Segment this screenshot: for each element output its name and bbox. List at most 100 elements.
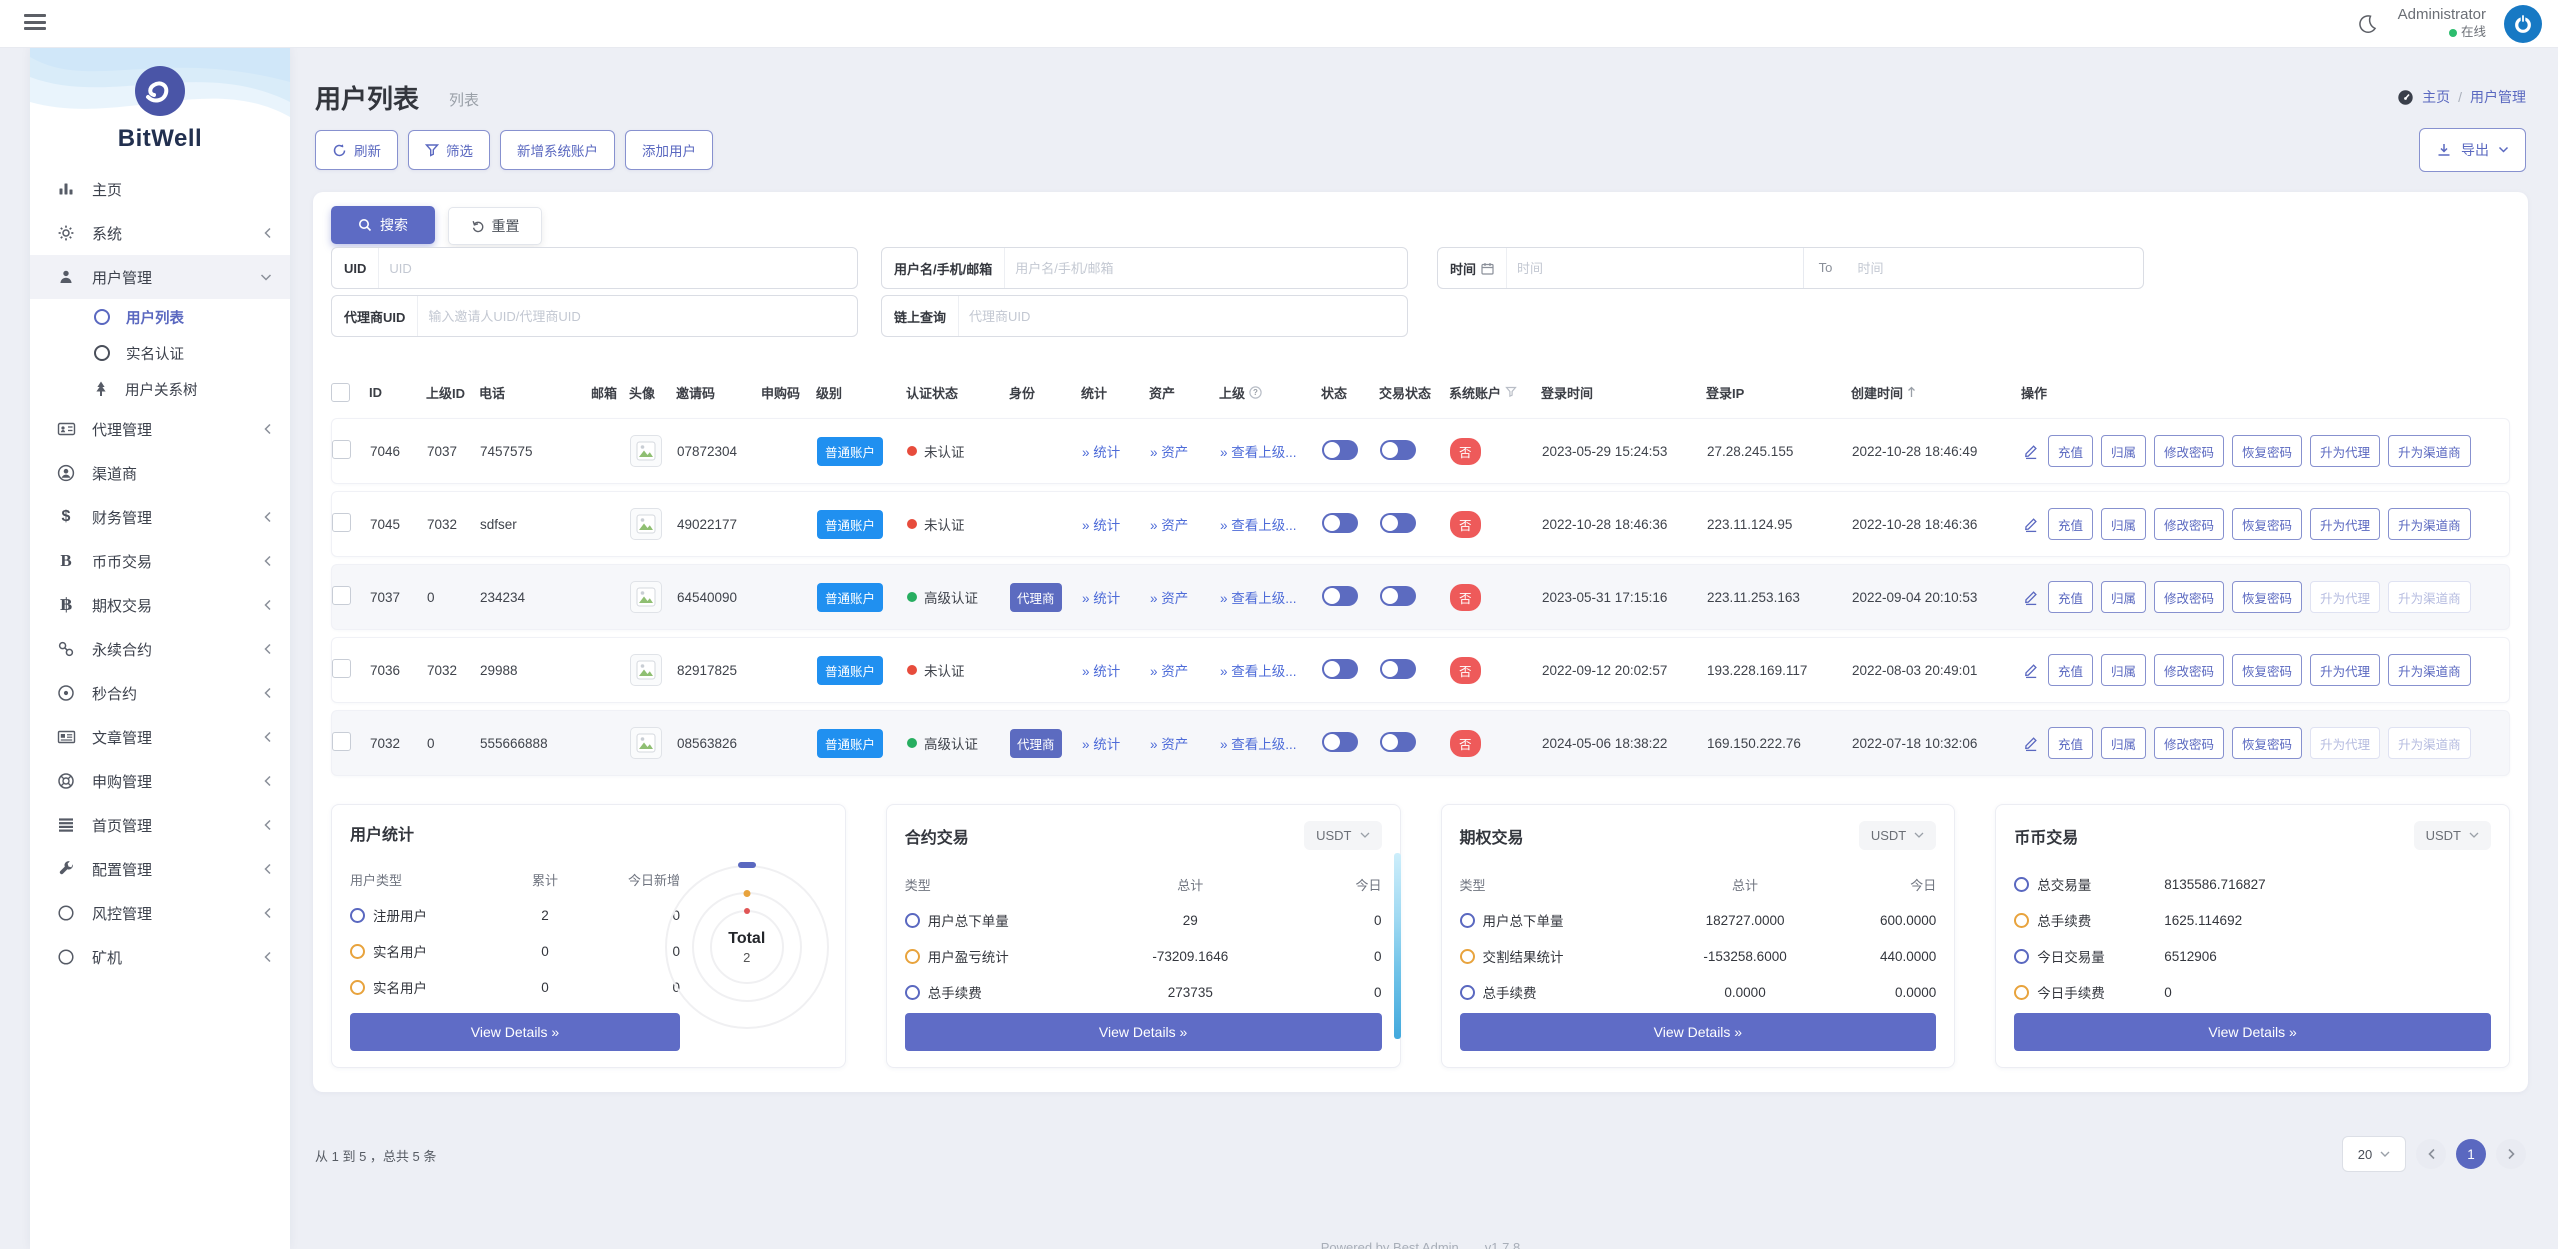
select-all-checkbox[interactable]	[331, 383, 350, 402]
action-button-2[interactable]: 修改密码	[2154, 581, 2224, 613]
stats-link[interactable]: » 统计	[1082, 660, 1150, 680]
view-details-button[interactable]: View Details »	[905, 1013, 1382, 1051]
trade-status-toggle[interactable]	[1380, 659, 1416, 679]
action-button-4[interactable]: 升为代理	[2310, 508, 2380, 540]
action-button-2[interactable]: 修改密码	[2154, 654, 2224, 686]
action-button-3[interactable]: 恢复密码	[2232, 727, 2302, 759]
sidebar-item-7[interactable]: ฿期权交易	[30, 583, 290, 627]
breadcrumb-home[interactable]: 主页	[2422, 87, 2450, 107]
action-button-1[interactable]: 归属	[2101, 581, 2146, 613]
status-toggle[interactable]	[1322, 513, 1358, 533]
edit-icon[interactable]	[2022, 661, 2040, 679]
action-button-1[interactable]: 归属	[2101, 654, 2146, 686]
assets-link[interactable]: » 资产	[1150, 660, 1220, 680]
action-button-4[interactable]: 升为代理	[2310, 654, 2380, 686]
stats-link[interactable]: » 统计	[1082, 587, 1150, 607]
refresh-button[interactable]: 刷新	[315, 130, 398, 170]
export-button[interactable]: 导出	[2419, 128, 2526, 172]
action-button-4[interactable]: 升为代理	[2310, 435, 2380, 467]
action-button-0[interactable]: 充值	[2048, 581, 2093, 613]
row-checkbox[interactable]	[332, 440, 351, 459]
stats-link[interactable]: » 统计	[1082, 733, 1150, 753]
action-button-5[interactable]: 升为渠道商	[2388, 508, 2471, 540]
sidebar-item-14[interactable]: 风控管理	[30, 891, 290, 935]
add-user-button[interactable]: 添加用户	[625, 130, 713, 170]
sidebar-item-15[interactable]: 矿机	[30, 935, 290, 979]
action-button-1[interactable]: 归属	[2101, 435, 2146, 467]
currency-select[interactable]: USDT	[1304, 821, 1381, 850]
edit-icon[interactable]	[2022, 515, 2040, 533]
action-button-2[interactable]: 修改密码	[2154, 508, 2224, 540]
reset-button[interactable]: 重置	[448, 207, 542, 245]
sidebar-item-3[interactable]: 代理管理	[30, 407, 290, 451]
action-button-3[interactable]: 恢复密码	[2232, 581, 2302, 613]
currency-select[interactable]: USDT	[1859, 821, 1936, 850]
view-parent-link[interactable]: » 查看上级...	[1220, 441, 1322, 461]
status-toggle[interactable]	[1322, 659, 1358, 679]
stats-link[interactable]: » 统计	[1082, 514, 1150, 534]
sidebar-subitem-2[interactable]: 用户关系树	[30, 371, 290, 407]
sidebar-item-6[interactable]: B币币交易	[30, 539, 290, 583]
action-button-2[interactable]: 修改密码	[2154, 727, 2224, 759]
status-toggle[interactable]	[1322, 732, 1358, 752]
trade-status-toggle[interactable]	[1380, 440, 1416, 460]
action-button-3[interactable]: 恢复密码	[2232, 508, 2302, 540]
action-button-1[interactable]: 归属	[2101, 508, 2146, 540]
row-checkbox[interactable]	[332, 732, 351, 751]
assets-link[interactable]: » 资产	[1150, 441, 1220, 461]
trade-status-toggle[interactable]	[1380, 586, 1416, 606]
view-parent-link[interactable]: » 查看上级...	[1220, 587, 1322, 607]
action-button-0[interactable]: 充值	[2048, 727, 2093, 759]
page-size-select[interactable]: 20	[2342, 1136, 2406, 1172]
stats-link[interactable]: » 统计	[1082, 441, 1150, 461]
hamburger-menu-icon[interactable]	[24, 14, 46, 32]
filter-button[interactable]: 筛选	[408, 130, 490, 170]
action-button-0[interactable]: 充值	[2048, 435, 2093, 467]
time-to-input[interactable]	[1848, 261, 2144, 276]
sidebar-subitem-1[interactable]: 实名认证	[30, 335, 290, 371]
action-button-0[interactable]: 充值	[2048, 508, 2093, 540]
sidebar-subitem-0[interactable]: 用户列表	[30, 299, 290, 335]
search-button[interactable]: 搜索	[331, 206, 435, 244]
trade-status-toggle[interactable]	[1380, 513, 1416, 533]
sidebar-item-10[interactable]: 文章管理	[30, 715, 290, 759]
status-toggle[interactable]	[1322, 586, 1358, 606]
view-details-button[interactable]: View Details »	[2014, 1013, 2491, 1051]
sidebar-item-5[interactable]: $财务管理	[30, 495, 290, 539]
time-from-input[interactable]	[1507, 261, 1803, 276]
edit-icon[interactable]	[2022, 734, 2040, 752]
action-button-0[interactable]: 充值	[2048, 654, 2093, 686]
action-button-3[interactable]: 恢复密码	[2232, 654, 2302, 686]
avatar-power-icon[interactable]	[2504, 5, 2542, 43]
row-checkbox[interactable]	[332, 586, 351, 605]
edit-icon[interactable]	[2022, 442, 2040, 460]
action-button-1[interactable]: 归属	[2101, 727, 2146, 759]
view-details-button[interactable]: View Details »	[1460, 1013, 1937, 1051]
sidebar-item-4[interactable]: 渠道商	[30, 451, 290, 495]
action-button-3[interactable]: 恢复密码	[2232, 435, 2302, 467]
powered-by[interactable]: Powered by Best Admin	[1321, 1240, 1459, 1249]
sidebar-item-2[interactable]: 用户管理	[30, 255, 290, 299]
action-button-2[interactable]: 修改密码	[2154, 435, 2224, 467]
current-page-button[interactable]: 1	[2456, 1139, 2486, 1169]
sidebar-item-12[interactable]: 首页管理	[30, 803, 290, 847]
row-checkbox[interactable]	[332, 513, 351, 532]
view-details-button[interactable]: View Details »	[350, 1013, 680, 1051]
dark-mode-moon-icon[interactable]	[2354, 11, 2380, 37]
add-system-account-button[interactable]: 新增系统账户	[500, 130, 615, 170]
trade-status-toggle[interactable]	[1380, 732, 1416, 752]
edit-icon[interactable]	[2022, 588, 2040, 606]
currency-select[interactable]: USDT	[2414, 821, 2491, 850]
row-checkbox[interactable]	[332, 659, 351, 678]
action-button-5[interactable]: 升为渠道商	[2388, 654, 2471, 686]
uid-input[interactable]	[379, 261, 857, 276]
action-button-5[interactable]: 升为渠道商	[2388, 435, 2471, 467]
status-toggle[interactable]	[1322, 440, 1358, 460]
sidebar-item-9[interactable]: 秒合约	[30, 671, 290, 715]
assets-link[interactable]: » 资产	[1150, 733, 1220, 753]
assets-link[interactable]: » 资产	[1150, 514, 1220, 534]
sidebar-item-13[interactable]: 配置管理	[30, 847, 290, 891]
view-parent-link[interactable]: » 查看上级...	[1220, 660, 1322, 680]
username-input[interactable]	[1005, 261, 1407, 276]
next-page-button[interactable]	[2496, 1139, 2526, 1169]
